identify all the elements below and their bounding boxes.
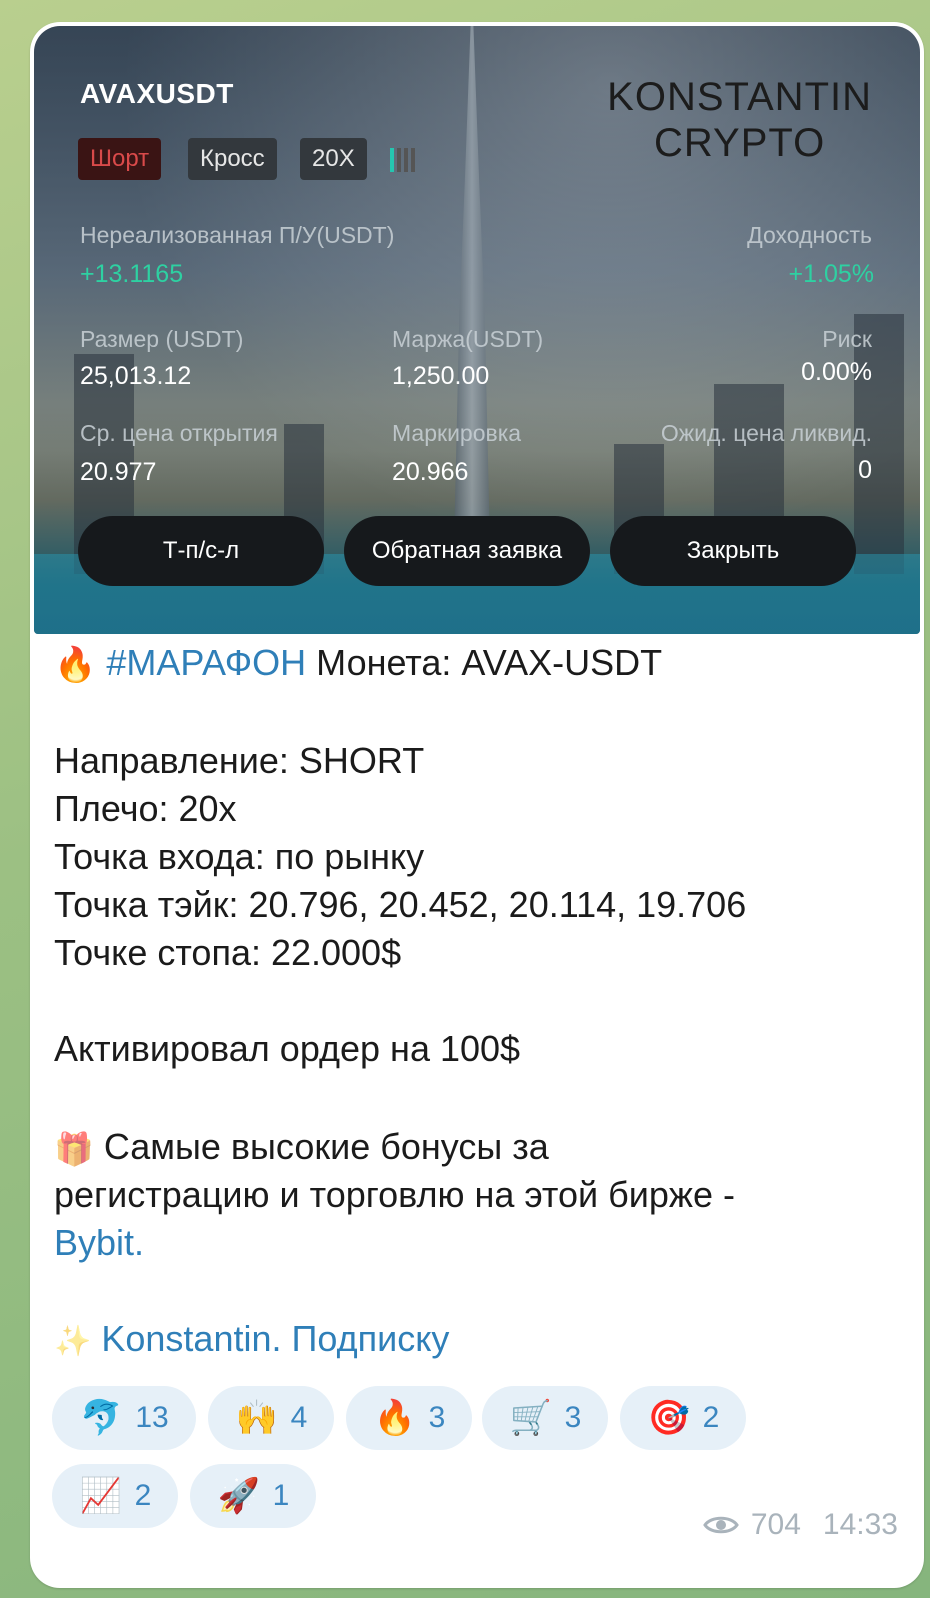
sparkle-icon: ✨	[54, 1324, 92, 1358]
reaction-fire[interactable]: 🔥 3	[346, 1386, 472, 1450]
reaction-count: 4	[290, 1401, 308, 1434]
hands-icon: 🙌	[235, 1399, 278, 1437]
chart-up-icon: 📈	[79, 1477, 122, 1515]
reaction-count: 3	[428, 1401, 446, 1434]
liquidation-price-value: 0	[858, 456, 872, 484]
reaction-count: 2	[134, 1479, 152, 1512]
risk-label: Риск	[822, 326, 872, 352]
reaction-dolphin[interactable]: 🐬 13	[52, 1386, 196, 1450]
stop-loss-text: Точке стопа: 22.000$	[54, 932, 402, 973]
close-position-button[interactable]: Закрыть	[610, 516, 856, 586]
buy-icon: 🛒	[509, 1399, 552, 1437]
eye-icon	[703, 1516, 739, 1534]
leverage-tag: 20X	[300, 138, 367, 180]
size-value: 25,013.12	[80, 362, 192, 390]
leverage-text: Плечо: 20x	[54, 788, 237, 829]
message-meta: 704 14:33	[703, 1508, 898, 1542]
hashtag-link[interactable]: #МАРАФОН	[106, 642, 306, 683]
coin-text: Монета: AVAX-USDT	[306, 642, 663, 683]
risk-value: 0.00%	[801, 358, 872, 386]
reaction-count: 2	[702, 1401, 720, 1434]
take-profit-text: Точка тэйк: 20.796, 20.452, 20.114, 19.7…	[54, 884, 747, 925]
direction-tag: Шорт	[78, 138, 162, 180]
subscribe-line: ✨ Konstantin. Подписку	[54, 1318, 449, 1360]
rocket-icon: 🚀	[217, 1477, 260, 1515]
reaction-chart[interactable]: 📈 2	[52, 1464, 178, 1528]
bonus-line: 🎁 Самые высокие бонусы за	[54, 1126, 549, 1168]
fire-icon: 🔥	[54, 646, 97, 685]
reaction-count: 3	[564, 1401, 582, 1434]
entry-text: Точка входа: по рынку	[54, 836, 425, 877]
bonus-line-2: регистрацию и торговлю на этой бирже -	[54, 1174, 735, 1215]
yield-value: +1.05%	[788, 260, 875, 288]
gift-icon: 🎁	[54, 1131, 94, 1168]
mark-price-label: Маркировка	[392, 420, 522, 446]
pair-symbol: AVAXUSDT	[80, 78, 234, 109]
fire-icon: 🔥	[373, 1399, 416, 1437]
reaction-buy[interactable]: 🛒 3	[482, 1386, 608, 1450]
reaction-rocket[interactable]: 🚀 1	[190, 1464, 316, 1528]
unrealized-pnl-value: +13.1165	[80, 260, 184, 288]
brand-watermark: KONSTANTIN CRYPTO	[607, 75, 872, 165]
message-time: 14:33	[822, 1508, 898, 1541]
order-text: Активировал ордер на 100$	[54, 1028, 521, 1069]
risk-level-bars	[390, 148, 432, 172]
entry-price-label: Ср. цена открытия	[80, 420, 278, 446]
margin-label: Маржа(USDT)	[392, 326, 544, 352]
reverse-order-button[interactable]: Обратная заявка	[344, 516, 590, 586]
yield-label: Доходность	[747, 222, 872, 248]
subscribe-link[interactable]: Konstantin. Подписку	[101, 1318, 449, 1359]
direction-text: Направление: SHORT	[54, 740, 425, 781]
reaction-count: 13	[135, 1401, 169, 1434]
reaction-hands[interactable]: 🙌 4	[208, 1386, 334, 1450]
title-line: 🔥 #МАРАФОН Монета: AVAX-USDT	[54, 642, 662, 685]
mark-price-value: 20.966	[392, 458, 469, 486]
margin-mode-tag: Кросс	[188, 138, 277, 180]
dolphin-icon: 🐬	[80, 1399, 123, 1437]
trade-card-image[interactable]: AVAXUSDT KONSTANTIN CRYPTO Шорт Кросс 20…	[34, 26, 920, 634]
entry-price-value: 20.977	[80, 458, 157, 486]
margin-value: 1,250.00	[392, 362, 490, 390]
unrealized-pnl-label: Нереализованная П/У(USDT)	[80, 222, 395, 248]
bybit-link[interactable]: Bybit.	[54, 1222, 144, 1264]
tpsl-button[interactable]: Т-п/с-л	[78, 516, 324, 586]
reaction-target[interactable]: 🎯 2	[620, 1386, 746, 1450]
target-icon: 🎯	[647, 1399, 690, 1437]
view-count: 704	[750, 1508, 801, 1541]
liquidation-price-label: Ожид. цена ликвид.	[660, 420, 872, 446]
size-label: Размер (USDT)	[80, 326, 244, 352]
reaction-count: 1	[272, 1479, 290, 1512]
message-bubble: AVAXUSDT KONSTANTIN CRYPTO Шорт Кросс 20…	[30, 22, 924, 1588]
